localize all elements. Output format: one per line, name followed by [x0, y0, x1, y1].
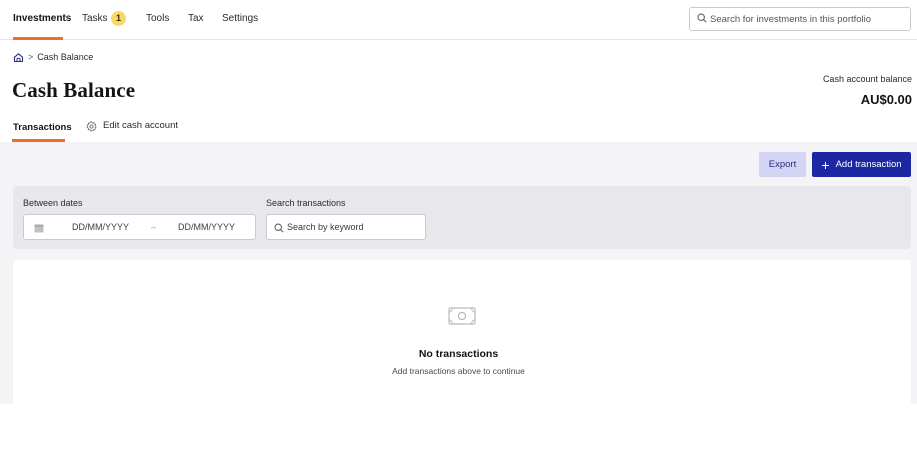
home-icon[interactable]	[13, 52, 24, 63]
transactions-empty-panel	[13, 260, 911, 404]
page-title: Cash Balance	[12, 78, 136, 102]
empty-state-subtitle: Add transactions above to continue	[392, 366, 525, 376]
nav-investments[interactable]: Investments	[13, 12, 71, 26]
calendar-icon	[34, 224, 44, 233]
balance-label: Cash account balance	[822, 74, 912, 84]
date-to-field[interactable]: DD/MM/YYYY	[178, 222, 235, 232]
nav-tax[interactable]: Tax	[188, 12, 204, 26]
breadcrumb-separator-icon: >	[28, 52, 34, 62]
nav-tasks[interactable]: Tasks	[82, 12, 108, 26]
plus-icon: +	[821, 156, 830, 173]
between-dates-label: Between dates	[23, 198, 83, 208]
top-nav: Investments Tasks 1 Tools Tax Settings	[0, 0, 917, 40]
add-transaction-label: Add transaction	[835, 159, 902, 170]
balance-value: AU$0.00	[860, 92, 912, 107]
nav-tools[interactable]: Tools	[146, 12, 169, 26]
date-from-field[interactable]: DD/MM/YYYY	[72, 222, 129, 232]
gear-icon	[86, 120, 97, 131]
tab-edit-label: Edit cash account	[103, 120, 178, 131]
breadcrumb-current: Cash Balance	[37, 52, 94, 62]
date-range-separator: –	[151, 222, 157, 232]
portfolio-search-input[interactable]	[710, 10, 908, 28]
search-icon	[274, 223, 284, 233]
search-transactions-label: Search transactions	[266, 198, 346, 208]
tab-transactions[interactable]: Transactions	[13, 122, 72, 134]
cash-icon	[448, 307, 476, 325]
export-button[interactable]: Export	[759, 152, 806, 177]
add-transaction-button[interactable]: + Add transaction	[812, 152, 911, 177]
empty-state-title: No transactions	[418, 348, 499, 360]
date-range-picker[interactable]: DD/MM/YYYY – DD/MM/YYYY	[23, 214, 256, 240]
portfolio-search[interactable]	[689, 7, 911, 31]
keyword-search[interactable]	[266, 214, 426, 240]
nav-settings[interactable]: Settings	[222, 12, 258, 26]
search-icon	[697, 13, 707, 23]
nav-active-indicator	[13, 37, 63, 40]
keyword-search-input[interactable]	[287, 219, 422, 235]
breadcrumb: > Cash Balance	[13, 51, 93, 63]
tasks-count-badge: 1	[111, 11, 126, 26]
tab-edit-cash-account[interactable]: Edit cash account	[86, 120, 178, 132]
